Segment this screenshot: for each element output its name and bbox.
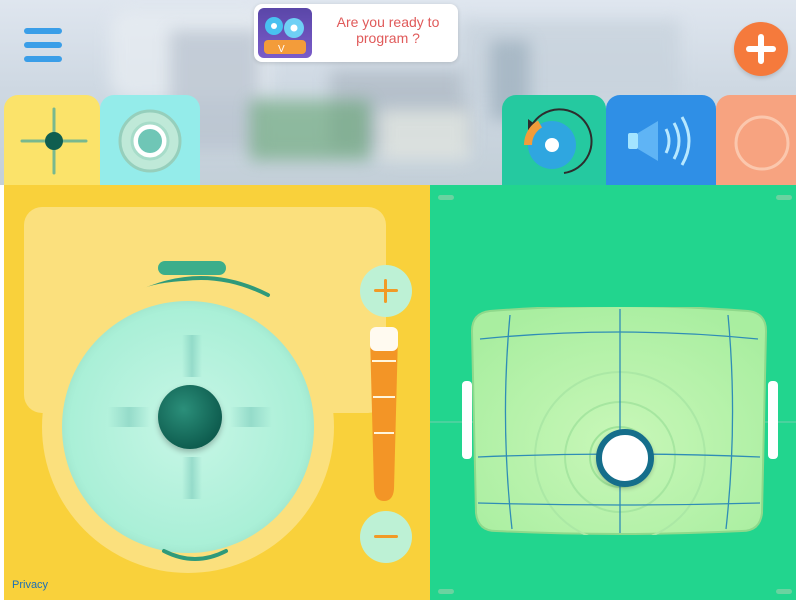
screen-handle-right <box>768 381 778 459</box>
corner-marker <box>438 589 454 594</box>
svg-text:V: V <box>278 44 285 55</box>
menu-button[interactable] <box>20 22 66 68</box>
head-aim-screen[interactable] <box>470 307 768 535</box>
program-banner[interactable]: V Are you ready to program ? <box>254 4 458 62</box>
drive-crosshair-icon <box>20 107 88 175</box>
header-background: V Are you ready to program ? <box>0 0 796 185</box>
tab-joystick[interactable] <box>100 95 200 185</box>
corner-marker <box>776 589 792 594</box>
bottom-arc-indicator <box>162 549 228 561</box>
corner-marker <box>776 195 792 200</box>
pad-cross-left <box>108 407 150 427</box>
add-button[interactable] <box>734 22 788 76</box>
drive-panel: Privacy <box>4 185 430 600</box>
pad-cross-top <box>182 335 202 377</box>
head-position-target[interactable] <box>596 429 654 487</box>
pad-cross-right <box>230 407 272 427</box>
corner-marker <box>438 195 454 200</box>
rotate-head-icon <box>523 108 593 174</box>
speed-increase-button[interactable] <box>360 265 412 317</box>
head-control-panel <box>430 185 796 600</box>
joystick-knob[interactable] <box>158 385 222 449</box>
privacy-link[interactable]: Privacy <box>12 579 48 591</box>
tab-drive[interactable] <box>4 95 100 185</box>
circle-icon <box>734 115 790 171</box>
joystick-ring-icon <box>118 109 182 173</box>
speaker-icon <box>628 116 691 166</box>
banner-text: Are you ready to program ? <box>336 14 440 46</box>
tab-sound[interactable] <box>606 95 716 185</box>
speed-slider[interactable] <box>366 325 402 505</box>
tab-rotate[interactable] <box>502 95 606 185</box>
pad-cross-bottom <box>182 457 202 499</box>
speed-decrease-button[interactable] <box>360 511 412 563</box>
robot-thumbnail: V <box>258 8 312 58</box>
tab-extra[interactable] <box>716 95 796 185</box>
